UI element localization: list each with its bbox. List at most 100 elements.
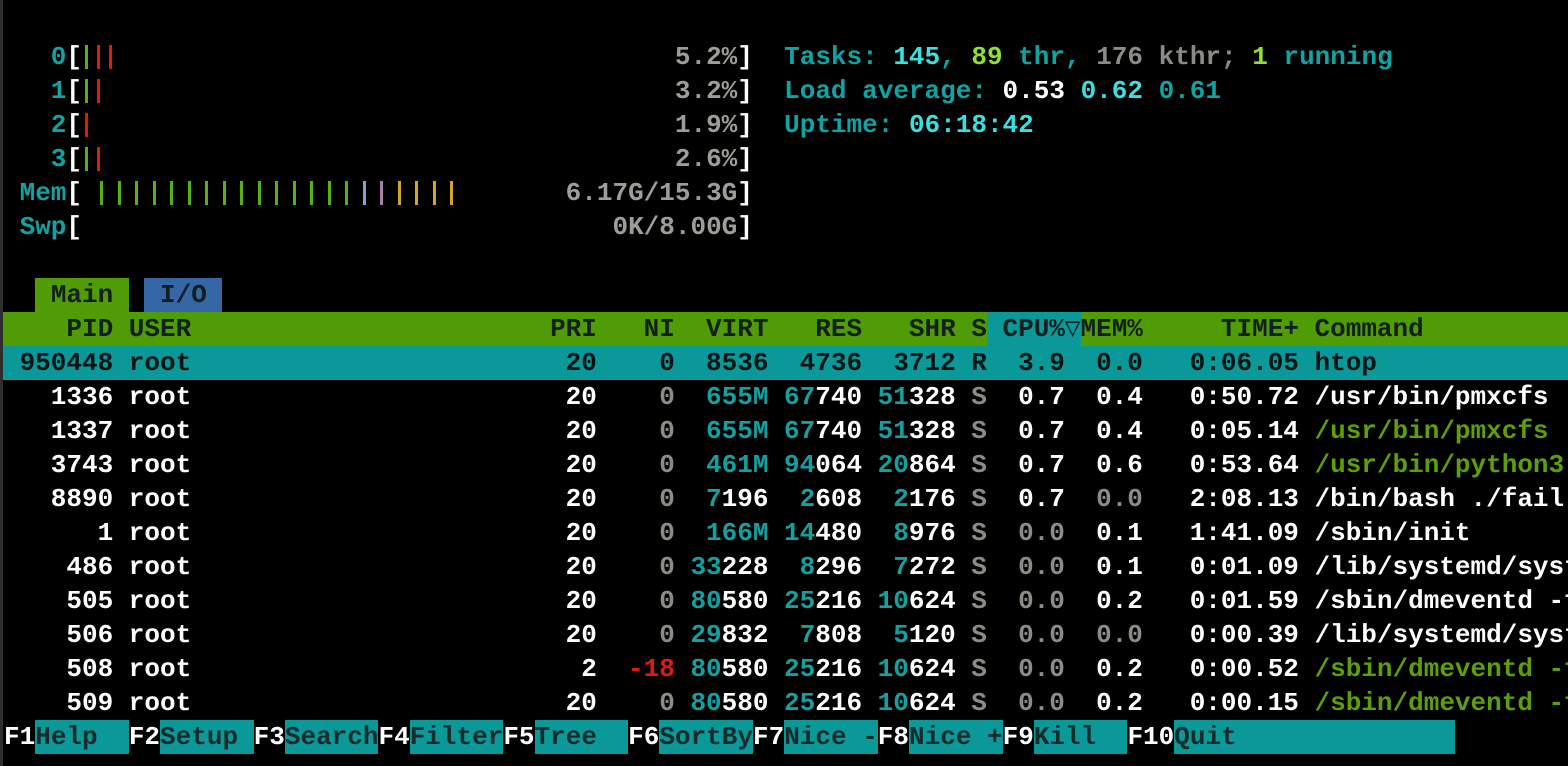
cell-command: /sbin/init: [1299, 516, 1471, 550]
cell-command: /sbin/dmeventd -f: [1299, 686, 1568, 720]
tab-io[interactable]: I/O: [144, 278, 222, 312]
cell-user: root: [113, 686, 550, 720]
process-row[interactable]: 8890root200719626082176S0.7 0.02:08.13/b…: [0, 482, 1568, 516]
fkey-f8-nice-[interactable]: Nice +: [909, 720, 1003, 754]
meter-close-bracket: ]: [737, 40, 753, 74]
fkey-f3-key[interactable]: F3: [254, 720, 285, 754]
fkey-f2-setup[interactable]: Setup: [160, 720, 254, 754]
mem-cyan-part: 10: [878, 688, 909, 718]
process-row[interactable]: 950448root200853647363712R3.9 0.00:06.05…: [0, 346, 1568, 380]
cell-shr: 8976: [862, 516, 956, 550]
fkey-f5-tree[interactable]: Tree: [535, 720, 629, 754]
column-header-shr[interactable]: SHR: [862, 312, 956, 346]
fkey-f3-search[interactable]: Search: [285, 720, 379, 754]
meter-label: 1: [4, 74, 66, 108]
cell-res: 7808: [768, 618, 862, 652]
process-row[interactable]: 509root200805802521610624S0.0 0.20:00.15…: [0, 686, 1568, 720]
cell-state: S: [956, 584, 987, 618]
column-header-pid[interactable]: PID: [4, 312, 113, 346]
fkey-f1-key[interactable]: F1: [4, 720, 35, 754]
cell-res: 8296: [768, 550, 862, 584]
cell-virt: 166M: [675, 516, 769, 550]
cell-pid: 505: [4, 584, 113, 618]
mem-white-part: 976: [909, 518, 956, 548]
cell-nice: 0: [597, 346, 675, 380]
meter-tick: [398, 181, 401, 205]
process-row[interactable]: 3743root200461M9406420864S0.7 0.60:53.64…: [0, 448, 1568, 482]
cell-shr: 7272: [862, 550, 956, 584]
fkey-f4-key[interactable]: F4: [378, 720, 409, 754]
meter-tick: [100, 181, 103, 205]
column-header-virt[interactable]: VIRT: [675, 312, 769, 346]
cell-user: root: [113, 584, 550, 618]
cell-pid: 506: [4, 618, 113, 652]
column-header-ni[interactable]: NI: [597, 312, 675, 346]
process-row[interactable]: 1336root200655M6774051328S0.7 0.40:50.72…: [0, 380, 1568, 414]
meter-0: 0[5.2%] Tasks: 145, 89 thr, 176 kthr; 1 …: [0, 40, 1568, 74]
mem-cyan-part: 5: [893, 620, 909, 650]
mem-white-part: 740: [815, 382, 862, 412]
cell-shr: 3712: [862, 346, 956, 380]
process-row[interactable]: 505root200805802521610624S0.0 0.20:01.59…: [0, 584, 1568, 618]
column-header-state[interactable]: S: [956, 312, 987, 346]
info-segment: ,: [940, 42, 971, 72]
mem-cyan-part: 166M: [706, 518, 768, 548]
cell-res: 14480: [768, 516, 862, 550]
cell-mem-percent: 0.1: [1080, 516, 1142, 550]
fkey-f7-key[interactable]: F7: [753, 720, 784, 754]
cell-command: /sbin/dmeventd -f: [1299, 652, 1568, 686]
meter-open-bracket: [: [66, 74, 82, 108]
column-header-pri[interactable]: PRI: [550, 312, 597, 346]
cell-command: /lib/systemd/system: [1299, 618, 1568, 652]
mem-cyan-part: 25: [784, 688, 815, 718]
process-row[interactable]: 1337root200655M6774051328S0.7 0.40:05.14…: [0, 414, 1568, 448]
cell-pri: 20: [550, 380, 597, 414]
fkey-f1-help[interactable]: Help: [35, 720, 129, 754]
meter-value: 0K/8.00G: [612, 212, 737, 242]
meter-open-bracket: [: [66, 210, 82, 244]
mem-white-part: 740: [815, 416, 862, 446]
meter-close-bracket: ]: [737, 74, 753, 108]
column-header-mem[interactable]: MEM%: [1081, 312, 1143, 346]
fkey-f4-filter[interactable]: Filter: [410, 720, 504, 754]
process-row[interactable]: 508root2-18805802521610624S0.0 0.20:00.5…: [0, 652, 1568, 686]
fkey-f6-key[interactable]: F6: [628, 720, 659, 754]
mem-cyan-part: 2: [893, 484, 909, 514]
uptime: Uptime: 06:18:42: [784, 110, 1034, 140]
fkey-f7-nice-[interactable]: Nice -: [784, 720, 878, 754]
meter-close-bracket: ]: [737, 108, 753, 142]
cell-shr: 51328: [862, 414, 956, 448]
column-header-user[interactable]: USER: [113, 312, 550, 346]
cell-virt: 29832: [675, 618, 769, 652]
column-header-res[interactable]: RES: [768, 312, 862, 346]
process-row[interactable]: 486root2003322882967272S0.0 0.10:01.09/l…: [0, 550, 1568, 584]
cell-pid: 508: [4, 652, 113, 686]
meter-value: 2.6%: [675, 144, 737, 174]
column-header-command[interactable]: Command: [1299, 312, 1424, 346]
mem-white-part: 580: [722, 688, 769, 718]
tab-main[interactable]: Main: [35, 278, 129, 312]
fkey-f5-key[interactable]: F5: [503, 720, 534, 754]
process-row[interactable]: 1root200166M144808976S0.0 0.11:41.09/sbi…: [0, 516, 1568, 550]
cell-user: root: [113, 448, 550, 482]
fkey-f9-kill[interactable]: Kill: [1034, 720, 1128, 754]
meter-open-bracket: [: [66, 176, 82, 210]
column-header-time[interactable]: TIME+: [1143, 312, 1299, 346]
meter-tick: [170, 181, 173, 205]
mem-cyan-part: 2: [800, 484, 816, 514]
column-header-cpu-sort[interactable]: CPU%▽: [987, 312, 1081, 346]
fkey-f9-key[interactable]: F9: [1003, 720, 1034, 754]
fkey-f8-key[interactable]: F8: [878, 720, 909, 754]
cell-shr: 10624: [862, 686, 956, 720]
fkey-f10-key[interactable]: F10: [1127, 720, 1174, 754]
fkey-f6-sortby[interactable]: SortBy: [659, 720, 753, 754]
fkey-f2-key[interactable]: F2: [129, 720, 160, 754]
cell-virt: 655M: [675, 414, 769, 448]
meter-tick: [188, 181, 191, 205]
fkey-f10-quit[interactable]: Quit: [1174, 720, 1455, 754]
cell-virt: 80580: [675, 652, 769, 686]
process-row[interactable]: 506root2002983278085120S0.0 0.00:00.39/l…: [0, 618, 1568, 652]
info-segment: 0.53: [1003, 76, 1081, 106]
meter-tick: [345, 181, 348, 205]
cell-virt: 33228: [675, 550, 769, 584]
